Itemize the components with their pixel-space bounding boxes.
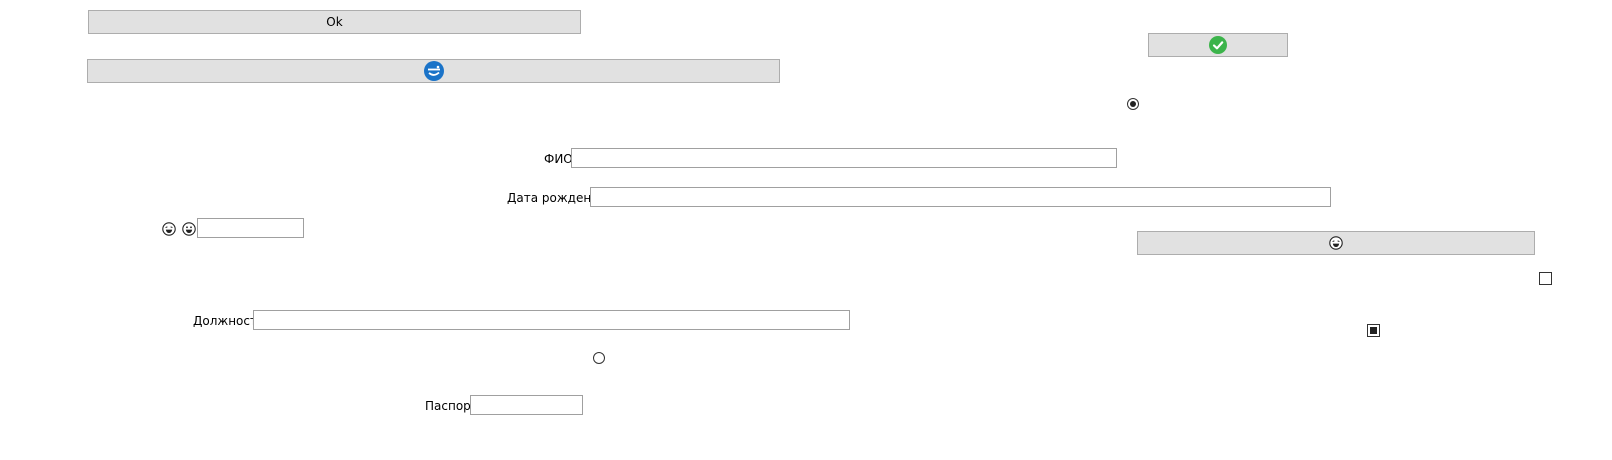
laughing-face-icon <box>162 222 176 236</box>
position-input[interactable] <box>253 310 850 330</box>
grinning-face-icon <box>182 222 196 236</box>
birthdate-input[interactable] <box>590 187 1331 207</box>
wide-icon-button[interactable] <box>87 59 780 83</box>
fio-label: ФИО <box>544 152 573 166</box>
right-emoji-button[interactable] <box>1137 231 1535 255</box>
checkbox-right[interactable] <box>1539 272 1552 285</box>
radio-option-bottom[interactable] <box>593 352 605 364</box>
passport-input[interactable] <box>470 395 583 415</box>
radio-option-top[interactable] <box>1127 98 1139 110</box>
ok-button-label: Ok <box>326 15 343 29</box>
checkbox-lower-right[interactable] <box>1367 324 1380 337</box>
emoji-field-input[interactable] <box>197 218 304 238</box>
confirm-button[interactable] <box>1148 33 1288 57</box>
emoji-face-icon <box>1329 236 1343 250</box>
ok-button[interactable]: Ok <box>88 10 581 34</box>
check-circle-icon <box>1209 36 1227 54</box>
fio-input[interactable] <box>571 148 1117 168</box>
blue-circle-icon <box>423 61 444 81</box>
